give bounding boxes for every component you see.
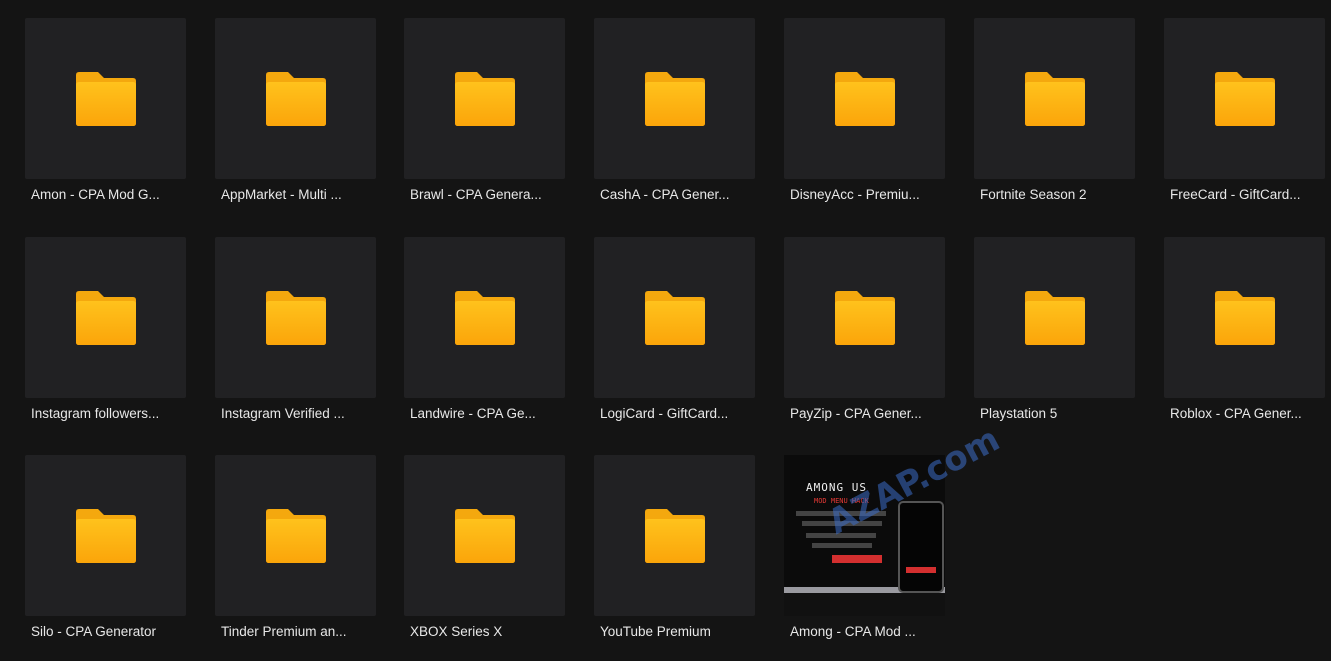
folder-label: Instagram followers... bbox=[31, 406, 160, 421]
folder-icon bbox=[1214, 290, 1275, 345]
folder-icon bbox=[454, 290, 515, 345]
folder-item[interactable]: Tinder Premium an... bbox=[215, 455, 376, 639]
folder-label: Playstation 5 bbox=[980, 406, 1058, 421]
folder-item[interactable]: Landwire - CPA Ge... bbox=[404, 237, 565, 421]
folder-icon bbox=[75, 508, 136, 563]
folder-icon bbox=[75, 290, 136, 345]
folder-thumbnail bbox=[215, 237, 376, 398]
folder-label: YouTube Premium bbox=[600, 624, 711, 639]
folder-icon bbox=[265, 508, 326, 563]
folder-icon bbox=[1214, 71, 1275, 126]
folder-item[interactable]: XBOX Series X bbox=[404, 455, 565, 639]
folder-item[interactable]: Brawl - CPA Genera... bbox=[404, 18, 565, 202]
folder-label: XBOX Series X bbox=[410, 624, 503, 639]
folder-icon bbox=[644, 71, 705, 126]
folder-label: Silo - CPA Generator bbox=[31, 624, 157, 639]
folder-label: Roblox - CPA Gener... bbox=[1170, 406, 1302, 421]
folder-thumbnail bbox=[404, 18, 565, 179]
folder-label: Tinder Premium an... bbox=[221, 624, 347, 639]
folder-icon bbox=[265, 290, 326, 345]
folder-icon bbox=[1024, 71, 1085, 126]
folder-icon bbox=[265, 71, 326, 126]
folder-thumbnail bbox=[974, 237, 1135, 398]
folder-thumbnail bbox=[215, 455, 376, 616]
folder-item[interactable]: DisneyAcc - Premiu... bbox=[784, 18, 945, 202]
preview-continue-button bbox=[832, 555, 882, 563]
folder-label: AppMarket - Multi ... bbox=[221, 187, 342, 202]
folder-item[interactable]: Playstation 5 bbox=[974, 237, 1135, 421]
folder-thumbnail bbox=[594, 237, 755, 398]
folder-thumbnail bbox=[784, 237, 945, 398]
folder-label: Amon - CPA Mod G... bbox=[31, 187, 160, 202]
folder-icon bbox=[644, 508, 705, 563]
folder-thumbnail bbox=[25, 237, 186, 398]
folder-item[interactable]: PayZip - CPA Gener... bbox=[784, 237, 945, 421]
folder-item[interactable]: LogiCard - GiftCard... bbox=[594, 237, 755, 421]
image-file-item[interactable]: AMONG US MOD MENU HACK AZAP.com Among - … bbox=[784, 419, 1006, 639]
folder-item[interactable]: YouTube Premium bbox=[594, 455, 755, 639]
folder-label: FreeCard - GiftCard... bbox=[1170, 187, 1301, 202]
folder-item[interactable]: Instagram Verified ... bbox=[215, 237, 376, 421]
folder-thumbnail bbox=[594, 18, 755, 179]
folder-thumbnail bbox=[974, 18, 1135, 179]
folder-item[interactable]: Fortnite Season 2 bbox=[974, 18, 1135, 202]
folder-thumbnail bbox=[784, 18, 945, 179]
folder-thumbnail bbox=[594, 455, 755, 616]
folder-label: CashA - CPA Gener... bbox=[600, 187, 730, 202]
folder-icon bbox=[644, 290, 705, 345]
folder-item[interactable]: Silo - CPA Generator bbox=[25, 455, 186, 639]
folder-thumbnail bbox=[404, 237, 565, 398]
folder-label: Instagram Verified ... bbox=[221, 406, 345, 421]
folder-thumbnail bbox=[1164, 237, 1325, 398]
folder-thumbnail bbox=[25, 18, 186, 179]
folder-item[interactable]: AppMarket - Multi ... bbox=[215, 18, 376, 202]
file-label: Among - CPA Mod ... bbox=[790, 624, 916, 639]
folder-thumbnail bbox=[404, 455, 565, 616]
folder-icon bbox=[834, 71, 895, 126]
folder-item[interactable]: Instagram followers... bbox=[25, 237, 186, 421]
folder-label: Landwire - CPA Ge... bbox=[410, 406, 536, 421]
folder-label: Brawl - CPA Genera... bbox=[410, 187, 542, 202]
image-thumbnail: AMONG US MOD MENU HACK AZAP.com bbox=[784, 419, 1006, 616]
folder-icon bbox=[454, 71, 515, 126]
folder-label: DisneyAcc - Premiu... bbox=[790, 187, 920, 202]
file-grid: Amon - CPA Mod G... AppMarket - Multi ..… bbox=[0, 0, 1331, 661]
folder-label: PayZip - CPA Gener... bbox=[790, 406, 922, 421]
folder-label: LogiCard - GiftCard... bbox=[600, 406, 729, 421]
folder-thumbnail bbox=[1164, 18, 1325, 179]
folder-icon bbox=[1024, 290, 1085, 345]
preview-line bbox=[812, 543, 872, 548]
folder-icon bbox=[834, 290, 895, 345]
folder-thumbnail bbox=[25, 455, 186, 616]
folder-item[interactable]: Amon - CPA Mod G... bbox=[25, 18, 186, 202]
folder-label: Fortnite Season 2 bbox=[980, 187, 1087, 202]
folder-item[interactable]: Roblox - CPA Gener... bbox=[1164, 237, 1325, 421]
folder-thumbnail bbox=[215, 18, 376, 179]
phone-continue-button bbox=[906, 567, 936, 573]
folder-item[interactable]: CashA - CPA Gener... bbox=[594, 18, 755, 202]
folder-icon bbox=[454, 508, 515, 563]
folder-icon bbox=[75, 71, 136, 126]
phone-mockup bbox=[898, 501, 944, 593]
folder-item[interactable]: FreeCard - GiftCard... bbox=[1164, 18, 1325, 202]
